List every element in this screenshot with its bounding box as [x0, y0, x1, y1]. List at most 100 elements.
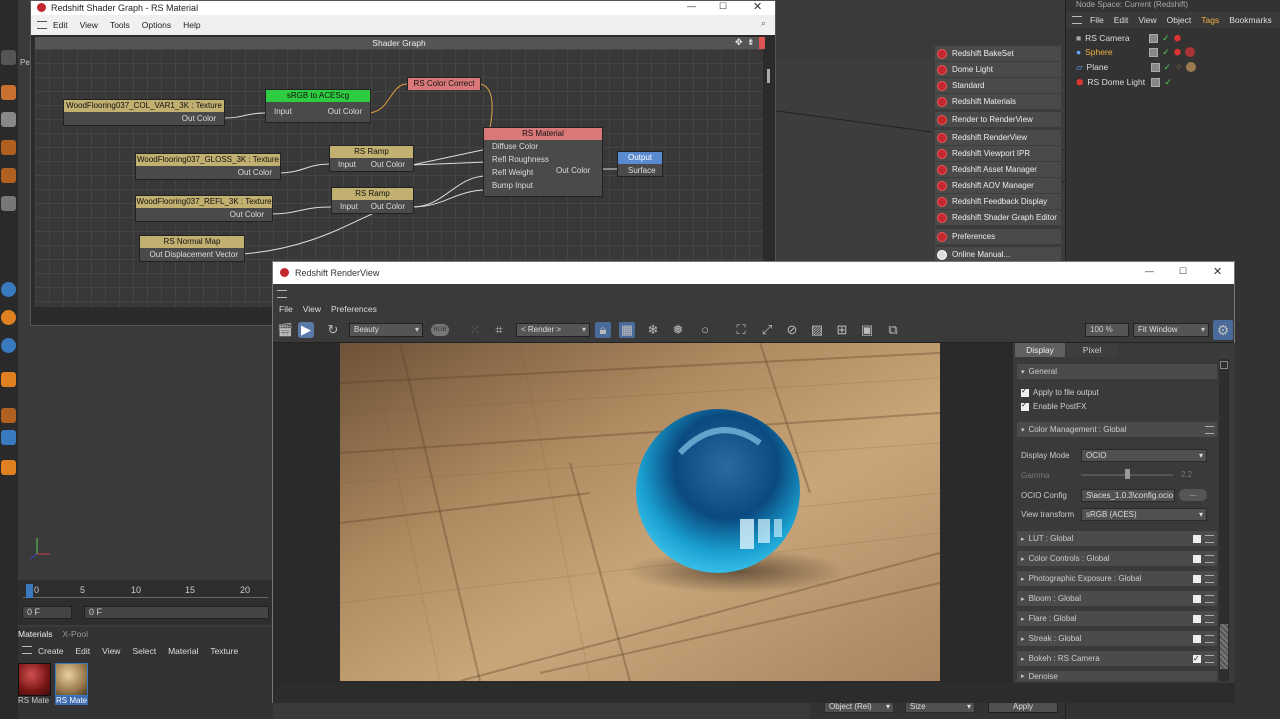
- menu-create[interactable]: Create: [38, 646, 64, 656]
- visibility-check-icon[interactable]: ✓: [1164, 77, 1172, 88]
- menu-item-render-to-renderview[interactable]: Render to RenderView: [935, 112, 1061, 127]
- workplane-icon[interactable]: [1, 338, 16, 353]
- menu-item-materials[interactable]: Redshift Materials: [935, 94, 1061, 109]
- checkbox-unchecked[interactable]: [1193, 634, 1201, 643]
- section-0[interactable]: ▸ LUT : Global: [1017, 531, 1217, 546]
- menu-item-feedback-display[interactable]: Redshift Feedback Display: [935, 194, 1061, 209]
- start-render-icon[interactable]: ▶: [298, 322, 314, 338]
- aov-select[interactable]: Beauty: [349, 323, 423, 337]
- object-row-rs-dome-light[interactable]: ⬢ RS Dome Light ✓: [1076, 75, 1276, 89]
- minimize-icon[interactable]: —: [1145, 266, 1154, 276]
- menu-view[interactable]: View: [1138, 15, 1156, 25]
- node-refl-texture[interactable]: WoodFlooring037_REFL_3K : Texture Out Co…: [135, 195, 273, 222]
- object-row-rs-camera[interactable]: ■ RS Camera ✓ ⬢: [1076, 31, 1276, 45]
- section-menu-icon[interactable]: [1205, 654, 1214, 663]
- material-tag-icon[interactable]: [1186, 62, 1197, 72]
- rgb-channel-toggle[interactable]: RGB: [431, 324, 449, 336]
- menu-texture[interactable]: Texture: [210, 646, 238, 656]
- display-mode-select[interactable]: OCIO: [1081, 449, 1207, 462]
- phong-tag-icon[interactable]: ⁘: [1175, 62, 1182, 73]
- menu-view[interactable]: View: [102, 646, 120, 656]
- region-expand-icon[interactable]: ⤢: [759, 322, 775, 338]
- python-icon[interactable]: [1, 460, 16, 475]
- cube-icon[interactable]: [1, 85, 16, 100]
- add-snapshot-icon[interactable]: ⊞: [834, 322, 850, 338]
- node-rs-ramp-2[interactable]: RS Ramp Input Out Color: [331, 187, 414, 214]
- checkbox-unchecked[interactable]: [1193, 574, 1201, 583]
- checkbox-unchecked[interactable]: [1193, 614, 1201, 623]
- material-swatch-wood[interactable]: [55, 663, 88, 696]
- checker-icon[interactable]: [1, 112, 16, 127]
- hamburger-icon[interactable]: [22, 646, 32, 654]
- node-rs-ramp-1[interactable]: RS Ramp Input Out Color: [329, 145, 414, 172]
- crop-icon[interactable]: ⌗: [491, 322, 507, 338]
- section-6[interactable]: ▸ Bokeh : RS Camera ✓: [1017, 651, 1217, 666]
- view-transform-select[interactable]: sRGB (ACES): [1081, 508, 1207, 521]
- render-select[interactable]: < Render >: [516, 323, 590, 337]
- min-frame-field[interactable]: 0 F: [84, 606, 269, 619]
- menu-view[interactable]: View: [80, 20, 98, 30]
- copy-icon[interactable]: ⧉: [885, 322, 901, 338]
- section-color-management[interactable]: ▾ Color Management : Global: [1017, 422, 1217, 437]
- maximize-icon[interactable]: ☐: [719, 1, 727, 12]
- search-icon[interactable]: ⌕: [761, 18, 766, 29]
- menu-item-aov-manager[interactable]: Redshift AOV Manager: [935, 178, 1061, 193]
- image-icon[interactable]: ▨: [809, 322, 825, 338]
- region-clear-icon[interactable]: ⊘: [784, 322, 800, 338]
- zoom-field[interactable]: 100 %: [1085, 323, 1129, 337]
- menu-item-bakeset[interactable]: Redshift BakeSet: [935, 46, 1061, 61]
- menu-bookmarks[interactable]: Bookmarks: [1229, 15, 1272, 25]
- menu-edit[interactable]: Edit: [1114, 15, 1129, 25]
- grid-icon[interactable]: [1, 196, 16, 211]
- checkbox-checked[interactable]: ✓: [1193, 654, 1201, 663]
- checkbox-checked[interactable]: ✓: [1021, 400, 1029, 411]
- tool-icon[interactable]: [1, 50, 16, 65]
- menu-edit[interactable]: Edit: [53, 20, 68, 30]
- pin-panel-icon[interactable]: ⇟: [747, 37, 755, 48]
- menu-item-online-manual[interactable]: Online Manual...: [935, 247, 1061, 262]
- material-swatch-red[interactable]: [18, 663, 51, 696]
- section-menu-icon[interactable]: [1205, 614, 1214, 623]
- lock-icon[interactable]: 🔒︎: [595, 322, 611, 338]
- settings-gear-icon[interactable]: ⚙: [1213, 320, 1233, 340]
- scroll-thumb[interactable]: [1220, 624, 1228, 669]
- menu-select[interactable]: Select: [132, 646, 156, 656]
- menu-edit[interactable]: Edit: [76, 646, 91, 656]
- freeze-all-icon[interactable]: ❅: [670, 322, 686, 338]
- section-2[interactable]: ▸ Photographic Exposure : Global: [1017, 571, 1217, 586]
- checkbox-unchecked[interactable]: [1193, 594, 1201, 603]
- minimize-icon[interactable]: —: [687, 1, 696, 11]
- close-icon[interactable]: ✕: [753, 0, 762, 13]
- menu-item-dome-light[interactable]: Dome Light: [935, 62, 1061, 77]
- playhead[interactable]: [26, 584, 33, 598]
- menu-item-renderview[interactable]: Redshift RenderView: [935, 130, 1061, 145]
- node-rs-material[interactable]: RS Material Diffuse Color Refl Roughness…: [483, 127, 603, 197]
- snapshot-grid-icon[interactable]: ▦: [619, 322, 635, 338]
- node-normal-map[interactable]: RS Normal Map Out Displacement Vector: [139, 235, 245, 262]
- ocio-config-field[interactable]: S\aces_1.0.3\config.ocio: [1081, 489, 1175, 502]
- locked-workplane-icon[interactable]: [1, 372, 16, 387]
- region-circle-icon[interactable]: ○: [697, 322, 713, 338]
- hamburger-icon[interactable]: [277, 290, 287, 298]
- hamburger-icon[interactable]: [37, 21, 47, 29]
- node-gloss-texture[interactable]: WoodFlooring037_GLOSS_3K : Texture Out C…: [135, 153, 281, 180]
- gamma-slider-thumb[interactable]: [1125, 469, 1130, 479]
- refresh-icon[interactable]: ↻: [325, 322, 341, 338]
- menu-item-viewport-ipr[interactable]: Redshift Viewport IPR: [935, 146, 1061, 161]
- grid-icon[interactable]: ⁙: [467, 322, 483, 338]
- browse-button[interactable]: ...: [1179, 489, 1207, 501]
- checkbox-unchecked[interactable]: [1193, 534, 1201, 543]
- section-4[interactable]: ▸ Flare : Global: [1017, 611, 1217, 626]
- menu-file[interactable]: File: [1090, 15, 1104, 25]
- fit-select[interactable]: Fit Window: [1133, 323, 1209, 337]
- current-frame-field[interactable]: 0 F: [22, 606, 72, 619]
- hamburger-icon[interactable]: [1072, 16, 1082, 24]
- section-menu-icon[interactable]: [1205, 425, 1214, 434]
- section-menu-icon[interactable]: [1205, 554, 1214, 563]
- section-menu-icon[interactable]: [1205, 634, 1214, 643]
- material-tag-icon[interactable]: [1185, 47, 1196, 57]
- section-menu-icon[interactable]: [1205, 594, 1214, 603]
- menu-item-asset-manager[interactable]: Redshift Asset Manager: [935, 162, 1061, 177]
- section-3[interactable]: ▸ Bloom : Global: [1017, 591, 1217, 606]
- tab-pixel[interactable]: Pixel: [1067, 343, 1117, 357]
